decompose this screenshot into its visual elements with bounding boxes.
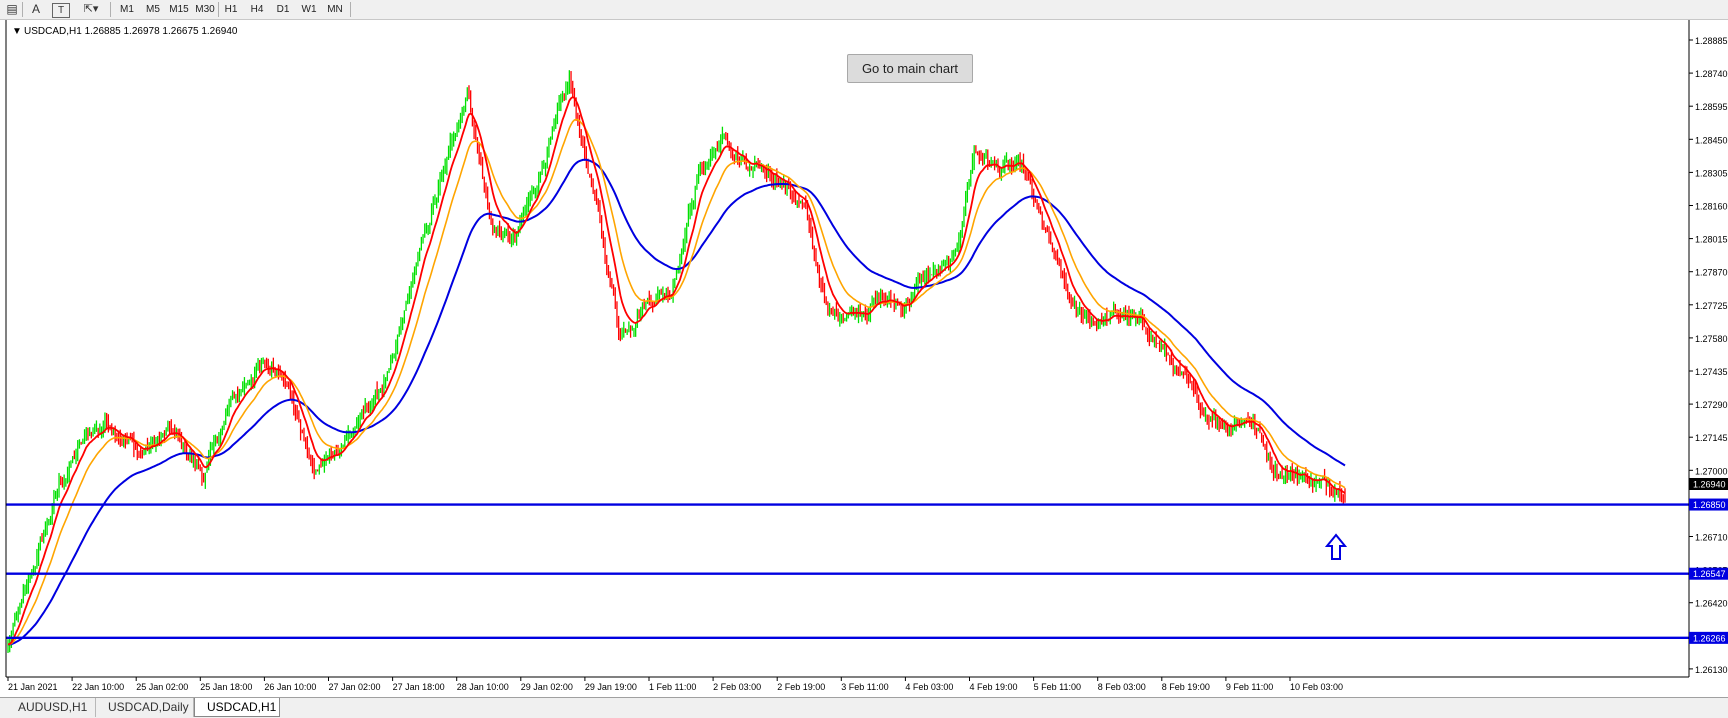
timeframe-w1-button[interactable]: W1	[296, 1, 322, 18]
tab-audusd-h1[interactable]: AUDUSD,H1	[6, 698, 96, 717]
price-tick-label: 1.28740	[1695, 69, 1728, 79]
time-tick-label: 9 Feb 11:00	[1226, 682, 1273, 692]
chart-background	[0, 20, 1728, 697]
grid-lines-icon[interactable]: ▤	[4, 1, 20, 18]
time-tick-label: 4 Feb 03:00	[905, 682, 953, 692]
time-tick-label: 2 Feb 19:00	[777, 682, 825, 692]
text-tool-icon[interactable]: A	[28, 1, 44, 18]
timeframe-h1-button[interactable]: H1	[218, 1, 244, 18]
chart-menu-triangle-icon[interactable]: ▼	[12, 26, 22, 37]
price-tick-label: 1.28595	[1695, 102, 1728, 112]
price-tick-label: 1.27145	[1695, 433, 1728, 443]
go-to-main-chart-button[interactable]: Go to main chart	[847, 54, 973, 83]
time-tick-label: 1 Feb 11:00	[649, 682, 696, 692]
toolbar-separator	[110, 2, 111, 17]
toolbar: ▤ A T ⇱▾ M1 M5 M15 M30 H1 H4 D1 W1 MN	[0, 0, 1728, 20]
level-price-label: 1.26266	[1693, 633, 1726, 643]
current-price-label: 1.26940	[1693, 479, 1726, 489]
time-tick-label: 27 Jan 18:00	[393, 682, 445, 692]
price-tick-label: 1.26710	[1695, 533, 1728, 543]
time-tick-label: 28 Jan 10:00	[457, 682, 509, 692]
arrows-tool-icon[interactable]: ⇱▾	[78, 1, 104, 18]
time-tick-label: 10 Feb 03:00	[1290, 682, 1343, 692]
price-chart[interactable]: 1.28885 1.28740 1.28595 1.28450 1.28305 1.281…	[0, 20, 1728, 697]
tab-usdcad-h1[interactable]: USDCAD,H1	[194, 698, 280, 717]
time-tick-label: 8 Feb 19:00	[1162, 682, 1210, 692]
chart-header-ohlc: USDCAD,H1 1.26885 1.26978 1.26675 1.2694…	[24, 26, 238, 37]
level-price-label: 1.26850	[1693, 500, 1726, 510]
time-tick-label: 3 Feb 11:00	[841, 682, 888, 692]
time-tick-label: 26 Jan 10:00	[264, 682, 316, 692]
toolbar-separator	[22, 2, 23, 17]
time-tick-label: 5 Feb 11:00	[1034, 682, 1081, 692]
time-tick-label: 27 Jan 02:00	[329, 682, 381, 692]
time-tick-label: 29 Jan 02:00	[521, 682, 573, 692]
toolbar-separator	[350, 2, 351, 17]
price-tick-label: 1.27870	[1695, 268, 1728, 278]
timeframe-mn-button[interactable]: MN	[322, 1, 348, 18]
time-tick-label: 4 Feb 19:00	[970, 682, 1018, 692]
price-tick-label: 1.27725	[1695, 301, 1728, 311]
timeframe-h4-button[interactable]: H4	[244, 1, 270, 18]
price-tick-label: 1.28450	[1695, 135, 1728, 145]
price-tick-label: 1.28015	[1695, 235, 1728, 245]
price-tick-label: 1.27580	[1695, 334, 1728, 344]
price-tick-label: 1.26420	[1695, 599, 1728, 609]
timeframe-m5-button[interactable]: M5	[140, 1, 166, 18]
price-tick-label: 1.28305	[1695, 168, 1728, 178]
tab-usdcad-daily[interactable]: USDCAD,Daily	[96, 698, 194, 717]
chart-area[interactable]: 1.28885 1.28740 1.28595 1.28450 1.28305 1.281…	[0, 20, 1728, 697]
price-tick-label: 1.28160	[1695, 202, 1728, 212]
level-price-label: 1.26547	[1693, 569, 1726, 579]
price-tick-label: 1.28885	[1695, 36, 1728, 46]
timeframe-d1-button[interactable]: D1	[270, 1, 296, 18]
timeframe-m15-button[interactable]: M15	[166, 1, 192, 18]
time-tick-label: 8 Feb 03:00	[1098, 682, 1146, 692]
price-tick-label: 1.27290	[1695, 400, 1728, 410]
chart-tabs: AUDUSD,H1 USDCAD,Daily USDCAD,H1	[0, 697, 1728, 718]
price-tick-label: 1.26130	[1695, 665, 1728, 675]
time-tick-label: 22 Jan 10:00	[72, 682, 124, 692]
text-label-tool-icon[interactable]: T	[52, 3, 70, 18]
price-tick-label: 1.27000	[1695, 466, 1728, 476]
time-tick-label: 25 Jan 18:00	[200, 682, 252, 692]
time-tick-label: 2 Feb 03:00	[713, 682, 761, 692]
time-tick-label: 25 Jan 02:00	[136, 682, 188, 692]
timeframe-m30-button[interactable]: M30	[192, 1, 218, 18]
price-tick-label: 1.27435	[1695, 367, 1728, 377]
time-tick-label: 29 Jan 19:00	[585, 682, 637, 692]
time-tick-label: 21 Jan 2021	[8, 682, 58, 692]
timeframe-m1-button[interactable]: M1	[114, 1, 140, 18]
